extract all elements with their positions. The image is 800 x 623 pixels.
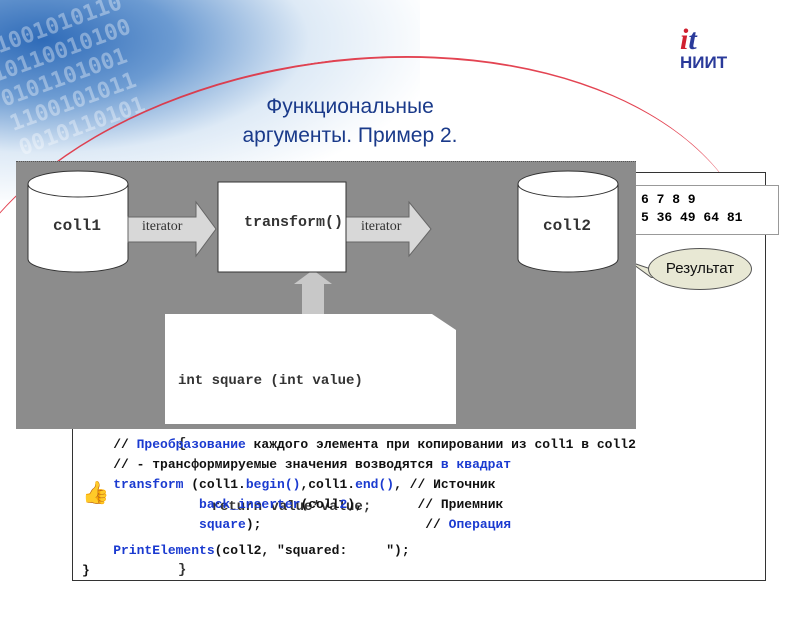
output-line-2: 5 36 49 64 81 [641,210,743,225]
niit-logo: it НИИТ [670,23,740,73]
code-keyword: begin() [245,477,301,492]
code-text: (coll1. [183,477,246,492]
code-text: ), // Приемник [347,497,504,512]
code-text: (coll [300,497,340,512]
title-line-2: аргументы. Пример 2. [242,124,458,147]
code-keyword: square [82,517,246,532]
coll1-label: coll1 [53,217,102,235]
code-listing: // Преобразование каждого элемента при к… [82,435,636,581]
code-text: // - трансформируемые значения возводятс… [82,457,441,472]
arrow-up [294,270,332,314]
code-line: back_inserter(coll2), // Приемник [82,495,636,515]
coll2-label: coll2 [543,217,592,235]
code-keyword: end() [355,477,395,492]
code-keyword: Преобразование [136,437,246,452]
code-line: square); // Операция [82,515,636,535]
code-keyword: PrintElements [82,543,215,558]
logo-text: НИИТ [680,53,728,72]
code-text: ); // [245,517,449,532]
code-keyword: Операция [448,517,512,532]
code-keyword: в квадрат [440,457,512,472]
code-text: } [82,563,90,578]
snippet-line: int square (int value) [178,373,363,389]
code-line: transform (coll1.begin(),coll1.end(), //… [82,475,636,495]
code-text: каждого элемента при копировании из coll… [245,437,636,452]
code-text: (coll2, "squared: "); [214,543,410,558]
code-keyword: transform [82,477,184,492]
result-callout: Результат [648,248,752,290]
slide-title: Функциональные аргументы. Пример 2. [150,92,550,150]
code-text: // [82,437,137,452]
code-line: PrintElements(coll2, "squared: "); [82,541,636,561]
iterator-label-left: iterator [142,219,183,234]
title-line-1: Функциональные [266,95,434,118]
code-text: , // Источник [394,477,496,492]
code-line: // Преобразование каждого элемента при к… [82,435,636,455]
code-line: } [82,561,636,581]
output-box: 6 7 8 9 5 36 49 64 81 [632,185,779,235]
output-line-1: 6 7 8 9 [641,192,696,207]
code-keyword: back_inserter [82,497,301,512]
iterator-label-right: iterator [361,219,402,234]
code-line: // - трансформируемые значения возводятс… [82,455,636,475]
transform-label: transform() [244,214,344,231]
code-text: ,coll1. [300,477,356,492]
transform-diagram: coll1 coll2 iterator iterator transform(… [16,161,636,578]
logo-mark: it [680,23,697,56]
